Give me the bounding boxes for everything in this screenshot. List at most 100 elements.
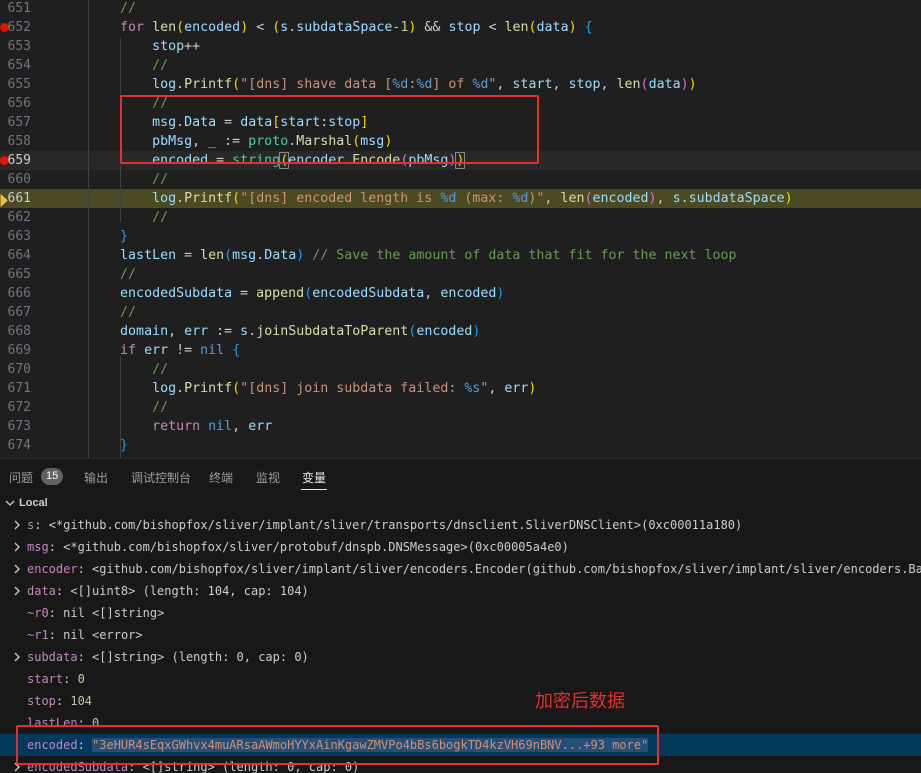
- code-editor[interactable]: 651 //652 for len(encoded) < (s.subdataS…: [0, 0, 921, 458]
- code-line[interactable]: 663 }: [0, 227, 921, 246]
- code-line[interactable]: 671 log.Printf("[dns] join subdata faile…: [0, 379, 921, 398]
- line-code: for len(encoded) < (s.subdataSpace-1) &&…: [56, 18, 921, 37]
- chevron-right-icon[interactable]: [10, 558, 24, 580]
- code-line[interactable]: 654 //: [0, 56, 921, 75]
- line-code: stop++: [56, 37, 921, 56]
- code-token: msg: [232, 248, 257, 263]
- panel-tab[interactable]: 输出: [84, 469, 108, 486]
- scope-title: Local: [19, 497, 48, 509]
- problems-count-badge: 15: [41, 468, 64, 485]
- line-number: 661: [7, 191, 31, 206]
- variable-value: 0: [77, 672, 85, 686]
- code-token: len: [560, 191, 585, 206]
- code-line[interactable]: 669 if err != nil {: [0, 341, 921, 360]
- code-token: s: [240, 324, 249, 339]
- variable-value: <*github.com/bishopfox/sliver/implant/sl…: [48, 518, 743, 532]
- variable-text: subdata: <[]string> (length: 0, cap: 0): [27, 650, 309, 664]
- code-line[interactable]: 672 //: [0, 398, 921, 417]
- panel-tab[interactable]: 问题: [9, 469, 33, 486]
- code-token: err: [144, 343, 169, 358]
- variable-row[interactable]: start: 0: [0, 668, 921, 690]
- code-token: .: [176, 191, 185, 206]
- panel-tab[interactable]: 变量: [302, 469, 326, 486]
- code-line[interactable]: 660 //: [0, 170, 921, 189]
- active-tab-underline: [301, 489, 327, 490]
- panel-tab[interactable]: 监视: [256, 469, 280, 486]
- code-token: %d: [512, 191, 529, 206]
- variable-row[interactable]: encoder: <github.com/bishopfox/sliver/im…: [0, 558, 921, 580]
- code-token: "[dns] encoded length is: [240, 191, 441, 206]
- code-token: encoded: [440, 286, 497, 301]
- code-line[interactable]: 670 //: [0, 360, 921, 379]
- code-token: //: [152, 172, 169, 187]
- code-line[interactable]: 653 stop++: [0, 37, 921, 56]
- panel-tab[interactable]: 调试控制台: [131, 469, 191, 486]
- code-token: encoded: [592, 191, 649, 206]
- code-token: %d: [472, 77, 489, 92]
- code-token: ] of: [432, 77, 473, 92]
- chevron-down-icon[interactable]: [3, 494, 17, 514]
- code-token: ,: [496, 77, 513, 92]
- code-token: }: [120, 229, 129, 244]
- code-line[interactable]: 665 //: [0, 265, 921, 284]
- code-token: (: [232, 77, 241, 92]
- code-token: nil: [200, 343, 225, 358]
- code-line[interactable]: 651 //: [0, 0, 921, 18]
- chevron-right-icon[interactable]: [10, 514, 24, 536]
- line-number: 654: [7, 58, 31, 73]
- code-token: ,: [488, 381, 505, 396]
- code-line[interactable]: 661 log.Printf("[dns] encoded length is …: [0, 189, 921, 208]
- code-line[interactable]: 673 return nil, err: [0, 417, 921, 436]
- code-token: Printf: [184, 77, 233, 92]
- code-line[interactable]: 668 domain, err := s.joinSubdataToParent…: [0, 322, 921, 341]
- scope-local[interactable]: Local: [0, 494, 921, 514]
- code-token: encodedSubdata: [312, 286, 425, 301]
- variable-name: encoder: [27, 562, 78, 576]
- panel-tab[interactable]: 终端: [209, 469, 233, 486]
- line-code: log.Printf("[dns] join subdata failed: %…: [56, 379, 921, 398]
- variable-row[interactable]: stop: 104: [0, 690, 921, 712]
- variable-row[interactable]: ~r1: nil <error>: [0, 624, 921, 646]
- variable-row[interactable]: ~r0: nil <[]string>: [0, 602, 921, 624]
- variable-text: stop: 104: [27, 694, 93, 708]
- code-token: data: [648, 77, 681, 92]
- variable-row[interactable]: msg: <*github.com/bishopfox/sliver/proto…: [0, 536, 921, 558]
- chevron-right-icon[interactable]: [10, 580, 24, 602]
- variable-row[interactable]: s: <*github.com/bishopfox/sliver/implant…: [0, 514, 921, 536]
- chevron-right-icon[interactable]: [10, 536, 24, 558]
- variable-row[interactable]: subdata: <[]string> (length: 0, cap: 0): [0, 646, 921, 668]
- code-token: // Save the amount of data that fit for …: [312, 248, 737, 263]
- code-token: ,: [552, 77, 569, 92]
- code-line[interactable]: 655 log.Printf("[dns] shave data [%d:%d]…: [0, 75, 921, 94]
- variable-text: ~r1: nil <error>: [27, 628, 143, 642]
- code-token: ,: [656, 191, 673, 206]
- code-line[interactable]: 666 encodedSubdata = append(encodedSubda…: [0, 284, 921, 303]
- code-line[interactable]: 674 }: [0, 436, 921, 455]
- code-token: :=: [208, 324, 241, 339]
- code-token: .: [176, 381, 185, 396]
- code-line[interactable]: 652 for len(encoded) < (s.subdataSpace-1…: [0, 18, 921, 37]
- highlight-box-code: [120, 95, 539, 164]
- code-token: ): [784, 191, 793, 206]
- line-number: 673: [7, 419, 31, 434]
- code-token: (: [232, 381, 241, 396]
- code-line[interactable]: 667 //: [0, 303, 921, 322]
- line-code: encodedSubdata = append(encodedSubdata, …: [56, 284, 921, 303]
- code-line[interactable]: 662 //: [0, 208, 921, 227]
- line-code: log.Printf("[dns] shave data [%d:%d] of …: [56, 75, 921, 94]
- code-token: ): [472, 324, 481, 339]
- variable-value: <*github.com/bishopfox/sliver/protobuf/d…: [63, 540, 569, 554]
- code-token: )": [528, 191, 545, 206]
- chevron-right-icon[interactable]: [10, 646, 24, 668]
- line-number: 674: [7, 438, 31, 453]
- code-token: ): [680, 77, 689, 92]
- code-token: (: [224, 248, 233, 263]
- line-number: 655: [7, 77, 31, 92]
- code-token: return: [152, 419, 201, 434]
- code-line[interactable]: 664 lastLen = len(msg.Data) // Save the …: [0, 246, 921, 265]
- variable-row[interactable]: data: <[]uint8> (length: 104, cap: 104): [0, 580, 921, 602]
